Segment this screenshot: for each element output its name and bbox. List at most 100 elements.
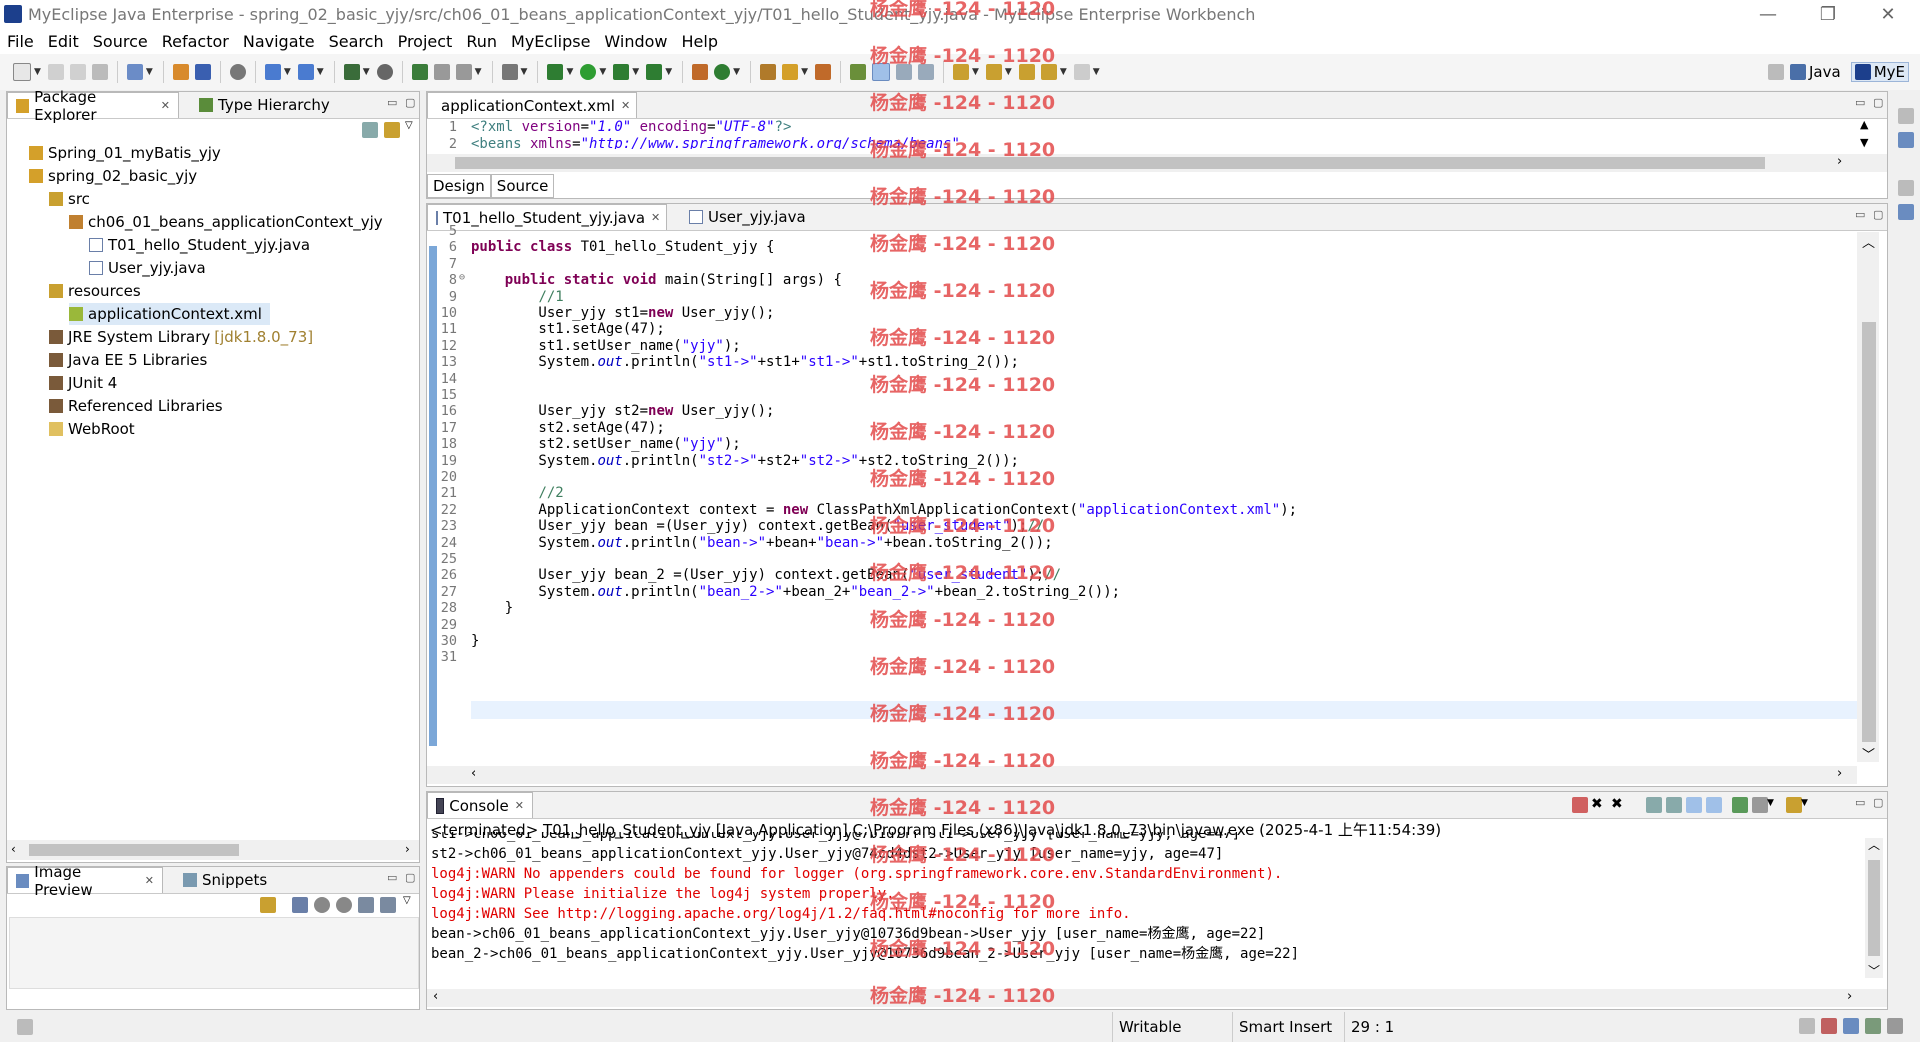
- restore-button[interactable]: ❐: [1800, 0, 1856, 28]
- menu-run[interactable]: Run: [459, 32, 504, 51]
- tree-item-project[interactable]: Spring_01_myBatis_yjy: [29, 142, 221, 164]
- new-server-icon[interactable]: [126, 64, 143, 80]
- horizontal-scrollbar[interactable]: ‹ ›: [7, 840, 419, 860]
- chevron-down-icon[interactable]: ▼: [632, 67, 639, 77]
- run-icon[interactable]: [580, 64, 597, 80]
- horizontal-scrollbar[interactable]: ›: [427, 154, 1887, 172]
- close-icon[interactable]: ✕: [515, 799, 524, 812]
- server-status-icon[interactable]: [1843, 1018, 1859, 1034]
- menu-edit[interactable]: Edit: [41, 32, 86, 51]
- chevron-down-icon[interactable]: ▼: [733, 67, 740, 77]
- new-icon[interactable]: [13, 63, 31, 81]
- maximize-view-icon[interactable]: ▢: [405, 871, 415, 884]
- vertical-scrollbar[interactable]: ︿ ﹀: [1865, 838, 1883, 978]
- tab-console[interactable]: Console ✕: [427, 792, 533, 818]
- fold-collapse-icon[interactable]: ⊖: [459, 272, 465, 283]
- maximize-view-icon[interactable]: ▢: [405, 96, 415, 109]
- tab-type-hierarchy[interactable]: Type Hierarchy: [191, 92, 338, 118]
- menu-window[interactable]: Window: [597, 32, 674, 51]
- tree-item-project[interactable]: spring_02_basic_yjy: [29, 165, 197, 187]
- close-button[interactable]: ✕: [1860, 0, 1916, 28]
- scroll-up-icon[interactable]: ︿: [1868, 836, 1880, 853]
- chevron-down-icon[interactable]: ▼: [284, 67, 291, 77]
- close-icon[interactable]: ✕: [621, 99, 630, 112]
- scroll-right-icon[interactable]: ›: [405, 842, 410, 856]
- tree-item-library[interactable]: JUnit 4: [49, 372, 117, 394]
- scroll-down-icon[interactable]: ﹀: [1862, 744, 1875, 763]
- tree-item-source-folder[interactable]: resources: [49, 280, 141, 302]
- java-perspective-icon[interactable]: [1790, 64, 1806, 80]
- scroll-lock-icon[interactable]: [1666, 797, 1682, 813]
- show-stderr-icon[interactable]: [1706, 797, 1722, 813]
- tab-t01-hello-student[interactable]: T01_hello_Student_yjy.java ✕: [427, 204, 667, 230]
- tree-item-library[interactable]: Java EE 5 Libraries: [49, 349, 207, 371]
- display-console-icon[interactable]: [1752, 797, 1768, 813]
- coverage-icon[interactable]: [613, 64, 630, 80]
- menu-project[interactable]: Project: [391, 32, 460, 51]
- minimize-view-icon[interactable]: ▭: [387, 96, 397, 109]
- tab-image-preview[interactable]: Image Preview ✕: [7, 863, 163, 899]
- scroll-thumb[interactable]: [29, 844, 239, 856]
- tree-item-folder[interactable]: WebRoot: [49, 418, 135, 440]
- tab-user-yjy[interactable]: User_yjy.java: [681, 204, 821, 230]
- tab-applicationcontext-xml[interactable]: applicationContext.xml ✕: [427, 92, 637, 118]
- tree-item-java-file[interactable]: User_yjy.java: [89, 257, 206, 279]
- scroll-left-icon[interactable]: ‹: [433, 989, 438, 1004]
- open-folder-icon[interactable]: [760, 64, 777, 80]
- chevron-down-icon[interactable]: ▼: [566, 67, 573, 77]
- console-output[interactable]: st1->ch06_01_beans_applicationContext_yj…: [427, 832, 1857, 982]
- horizontal-scrollbar[interactable]: ‹ ›: [427, 989, 1887, 1007]
- scroll-thumb[interactable]: [455, 157, 1765, 169]
- scroll-right-icon[interactable]: ›: [1847, 989, 1852, 1004]
- chevron-down-icon[interactable]: ▼: [599, 67, 606, 77]
- clear-console-icon[interactable]: [1646, 797, 1662, 813]
- tree-item-library[interactable]: JRE System Library [jdk1.8.0_73]: [49, 326, 313, 348]
- menu-refactor[interactable]: Refactor: [155, 32, 236, 51]
- scroll-thumb[interactable]: [1862, 322, 1876, 742]
- chevron-down-icon[interactable]: ▼: [801, 67, 808, 77]
- zoom-out-icon[interactable]: [314, 897, 330, 913]
- server-icon[interactable]: [194, 64, 211, 80]
- annotation-icon[interactable]: [849, 64, 866, 80]
- minimize-view-icon[interactable]: ▭: [387, 871, 397, 884]
- task-list-icon[interactable]: [1898, 204, 1914, 220]
- collapse-all-icon[interactable]: [362, 122, 378, 138]
- open-perspective-icon[interactable]: [1768, 64, 1784, 80]
- view-menu-icon[interactable]: ▽: [403, 895, 411, 906]
- minimize-button[interactable]: —: [1740, 0, 1796, 28]
- menu-search[interactable]: Search: [322, 32, 391, 51]
- deploy-icon[interactable]: [172, 64, 189, 80]
- pin-console-icon[interactable]: [1732, 797, 1748, 813]
- fast-view-icon[interactable]: [17, 1019, 33, 1035]
- print-icon[interactable]: [91, 64, 108, 80]
- link-with-editor-icon[interactable]: [384, 122, 400, 138]
- tree-item-package[interactable]: ch06_01_beans_applicationContext_yjy: [69, 211, 383, 233]
- progress-icon[interactable]: [1865, 1018, 1881, 1034]
- new-class-icon[interactable]: [411, 64, 428, 80]
- restore-icon[interactable]: [1898, 180, 1914, 196]
- refresh-preview-icon[interactable]: [260, 897, 276, 913]
- chevron-down-icon[interactable]: ▼: [1801, 798, 1808, 808]
- remove-all-icon[interactable]: ✖: [1611, 796, 1623, 812]
- zoom-fit-icon[interactable]: [380, 897, 396, 913]
- remove-launch-icon[interactable]: ✖: [1591, 796, 1603, 812]
- tab-snippets[interactable]: Snippets: [175, 867, 275, 893]
- menu-help[interactable]: Help: [675, 32, 725, 51]
- link-icon[interactable]: [433, 64, 450, 80]
- chevron-down-icon[interactable]: ▼: [317, 67, 324, 77]
- restore-icon[interactable]: [1898, 108, 1914, 124]
- external-tools-icon[interactable]: [646, 64, 663, 80]
- open-package-icon[interactable]: [692, 64, 709, 80]
- brush-icon[interactable]: [782, 64, 799, 80]
- java-source-text[interactable]: 5 6 public class T01_hello_Student_yjy {7 8…: [427, 223, 1857, 764]
- save-icon[interactable]: [47, 64, 64, 80]
- scroll-left-icon[interactable]: ‹: [11, 842, 16, 856]
- chevron-down-icon[interactable]: ▼: [363, 67, 370, 77]
- open-type-icon[interactable]: [264, 64, 281, 80]
- refresh-icon[interactable]: [714, 64, 731, 80]
- chevron-down-icon[interactable]: ▼: [1093, 67, 1100, 77]
- perspective-java[interactable]: Java: [1809, 63, 1841, 81]
- new-package-icon[interactable]: [343, 64, 360, 80]
- fit-icon[interactable]: [292, 897, 308, 913]
- chevron-down-icon[interactable]: ▼: [972, 67, 979, 77]
